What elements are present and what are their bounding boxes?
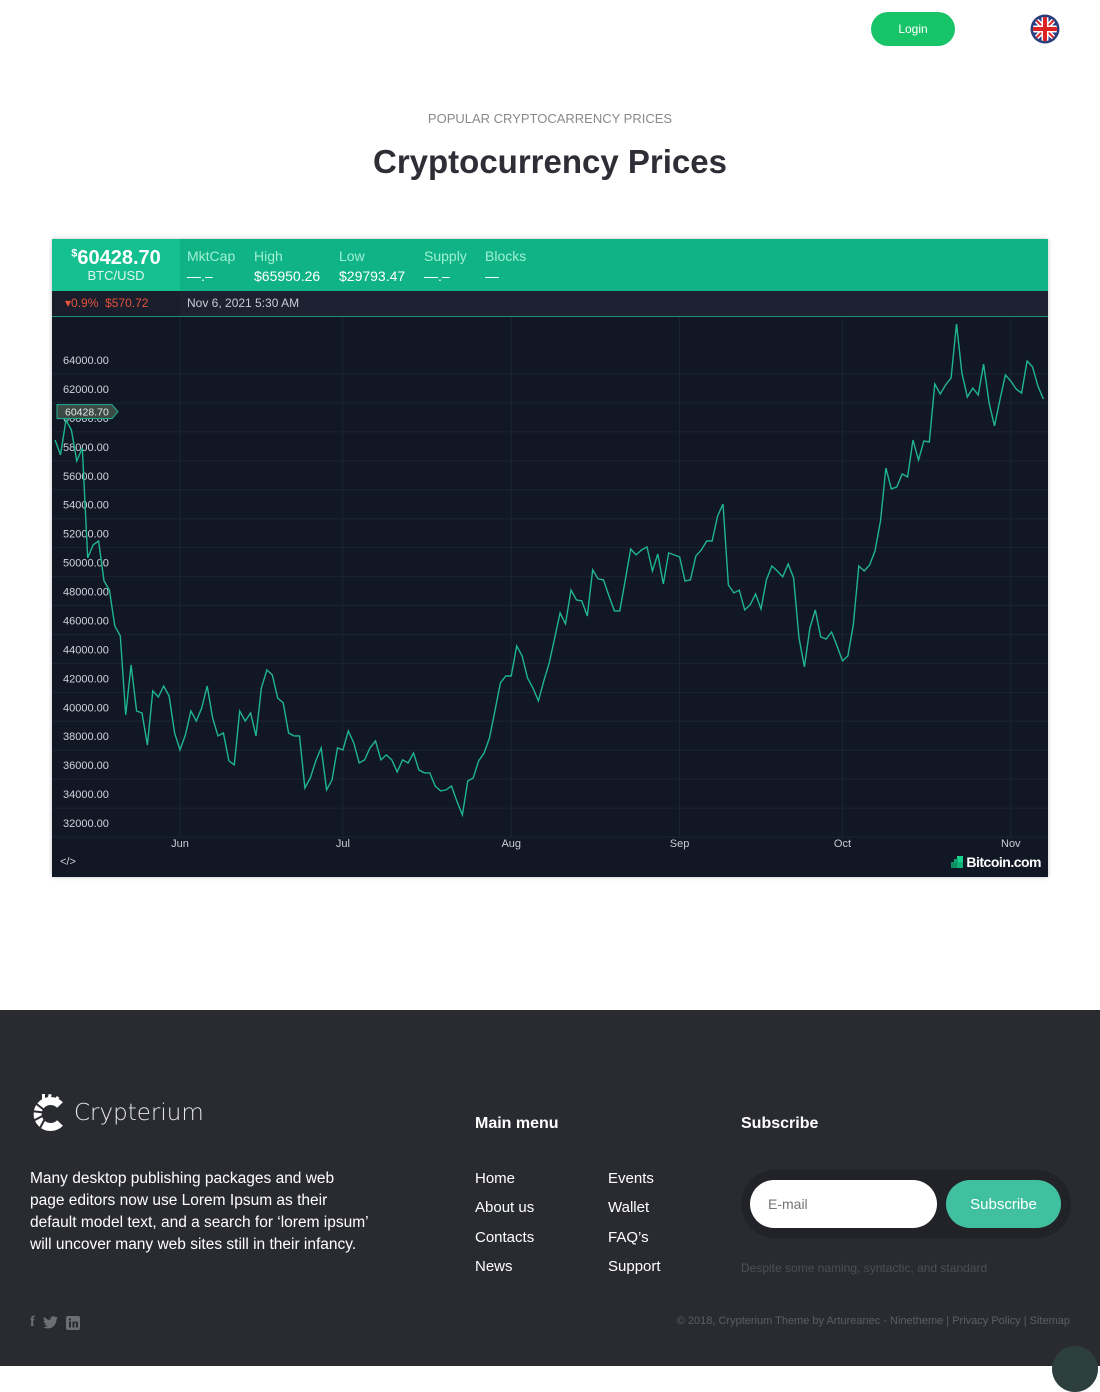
y-tick-label: 36000.00 <box>63 760 109 772</box>
x-tick-label: Jun <box>171 838 189 850</box>
current-price: 60428.70 <box>77 247 161 269</box>
subscribe-form: Subscribe <box>741 1170 1071 1238</box>
price-change: ▾0.9% $570.72 <box>52 291 180 316</box>
stat-value: —.– <box>187 268 213 284</box>
y-tick-label: 58000.00 <box>63 442 109 454</box>
footer-logo[interactable]: Crypterium <box>30 1094 204 1132</box>
current-price-box: $60428.70 BTC/USD <box>52 239 180 291</box>
price-chart[interactable]: 64000.0062000.0060000.0058000.0056000.00… <box>52 317 1048 877</box>
x-tick-label: Aug <box>501 838 521 850</box>
x-tick-label: Jul <box>336 838 350 850</box>
x-tick-label: Nov <box>1001 838 1021 850</box>
stat-label: Low <box>339 248 365 264</box>
footer: Crypterium Many desktop publishing packa… <box>0 1010 1100 1392</box>
change-bar: ▾0.9% $570.72 Nov 6, 2021 5:30 AM <box>52 291 1048 317</box>
social-links: f <box>30 1314 80 1331</box>
stat-value: —.– <box>424 268 450 284</box>
y-tick-label: 56000.00 <box>63 471 109 483</box>
stats-band: $60428.70 BTC/USD MktCap —.– High $65950.2… <box>52 239 1048 291</box>
main-menu-heading: Main menu <box>475 1115 559 1132</box>
menu-link-contacts[interactable]: Contacts <box>475 1229 534 1246</box>
y-tick-label: 44000.00 <box>63 644 109 656</box>
scroll-to-top-button[interactable] <box>1052 1346 1098 1392</box>
currency-pair: BTC/USD <box>87 268 145 283</box>
section-eyebrow: POPULAR CRYPTOCARRENCY PRICES <box>427 111 673 126</box>
subscribe-button[interactable]: Subscribe <box>946 1180 1061 1228</box>
y-tick-label: 62000.00 <box>63 384 109 396</box>
stat-value: $65950.26 <box>254 268 321 284</box>
email-input[interactable] <box>750 1180 937 1228</box>
y-tick-label: 46000.00 <box>63 615 109 627</box>
crypterium-logo-icon <box>30 1094 63 1131</box>
bitcoin-com-logo[interactable]: Bitcoin.com <box>951 854 1041 870</box>
stat-label: High <box>254 248 283 264</box>
y-tick-label: 48000.00 <box>63 587 109 599</box>
stat-mktcap: MktCap —.– <box>187 248 235 284</box>
bitcoin-com-mark-icon <box>951 856 964 868</box>
uk-flag-icon[interactable] <box>1030 14 1060 44</box>
stat-value: $29793.47 <box>339 268 406 284</box>
copyright: © 2018, Crypterium Theme by Artureanec -… <box>676 1315 1070 1327</box>
stat-value: — <box>485 268 499 284</box>
stat-label: Supply <box>424 248 467 264</box>
y-tick-label: 64000.00 <box>63 355 109 367</box>
y-tick-label: 32000.00 <box>63 818 109 830</box>
footer-about-text: Many desktop publishing packages and web… <box>30 1170 369 1253</box>
menu-link-home[interactable]: Home <box>475 1170 515 1187</box>
login-button[interactable]: Login <box>871 12 955 46</box>
stat-label: MktCap <box>187 248 236 264</box>
facebook-icon[interactable]: f <box>30 1314 35 1331</box>
menu-link-events[interactable]: Events <box>608 1170 654 1187</box>
embed-code-button[interactable]: </> <box>60 856 76 868</box>
brand-name: Crypterium <box>74 1100 204 1126</box>
menu-link-news[interactable]: News <box>475 1258 513 1275</box>
linkedin-icon[interactable] <box>66 1315 80 1330</box>
change-amount: $570.72 <box>105 296 149 310</box>
subscribe-note: Despite some naming, syntactic, and stan… <box>741 1261 988 1275</box>
x-tick-label: Sep <box>670 838 690 850</box>
change-percent: 0.9% <box>71 296 99 310</box>
current-price-label: 60428.70 <box>65 407 109 419</box>
brand-text: Bitcoin.com <box>966 854 1041 870</box>
y-tick-label: 42000.00 <box>63 673 109 685</box>
price-datetime: Nov 6, 2021 5:30 AM <box>187 296 300 310</box>
stat-high: High $65950.26 <box>254 248 320 284</box>
stat-low: Low $29793.47 <box>339 248 405 284</box>
y-tick-label: 34000.00 <box>63 789 109 801</box>
stat-supply: Supply —.– <box>424 248 467 284</box>
stat-label: Blocks <box>485 248 527 264</box>
subscribe-heading: Subscribe <box>741 1115 819 1132</box>
y-tick-label: 40000.00 <box>63 702 109 714</box>
menu-link-support[interactable]: Support <box>608 1258 661 1275</box>
stat-blocks: Blocks — <box>485 248 526 284</box>
price-widget: $60428.70 BTC/USD MktCap —.– High $65950.2… <box>52 239 1048 877</box>
y-tick-label: 38000.00 <box>63 731 109 743</box>
page-title: Cryptocurrency Prices <box>373 143 727 180</box>
x-tick-label: Oct <box>834 838 851 850</box>
menu-link-about[interactable]: About us <box>475 1199 534 1216</box>
twitter-icon[interactable] <box>43 1316 58 1329</box>
chart-background <box>52 317 1048 877</box>
menu-link-wallet[interactable]: Wallet <box>608 1199 649 1216</box>
menu-link-faq[interactable]: FAQ’s <box>608 1229 649 1246</box>
